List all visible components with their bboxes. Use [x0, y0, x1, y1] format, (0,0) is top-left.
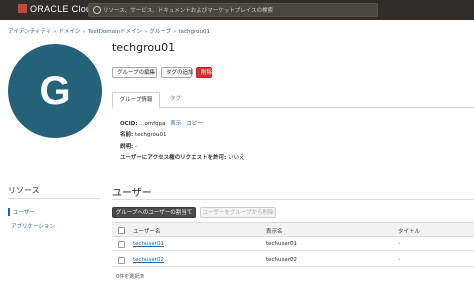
column-header-username[interactable]: ユーザー名 — [133, 227, 160, 235]
search-input[interactable] — [103, 5, 373, 16]
column-header-title[interactable]: タイトル — [398, 227, 420, 235]
access-request-label: ユーザーにアクセス権のリクエストを許可: — [120, 155, 227, 161]
group-avatar: G — [8, 44, 102, 138]
display-name-cell: techuser01 — [266, 241, 298, 247]
ocid-value: ...omfqpa — [139, 121, 166, 127]
breadcrumb-current: techgrou01 — [178, 29, 210, 35]
row-checkbox[interactable] — [118, 241, 125, 248]
search-icon — [93, 6, 101, 14]
name-row: 名前: techgrou01 — [120, 130, 166, 138]
resource-item-applications[interactable]: アプリケーション — [8, 222, 100, 230]
breadcrumb-separator: » — [144, 29, 148, 35]
tab-bar: グループ情報 タグ — [112, 92, 474, 108]
breadcrumb-test-domain[interactable]: TestDomainドメイン — [88, 29, 142, 35]
tab-tags[interactable]: タグ — [164, 92, 187, 108]
access-request-row: ユーザーにアクセス権のリクエストを許可: いいえ — [120, 153, 245, 161]
delete-button[interactable]: 削除 — [196, 67, 212, 78]
resources-heading: リソース — [8, 186, 40, 195]
tab-group-info[interactable]: グループ情報 — [112, 92, 160, 108]
table-header: ユーザー名 表示名 タイトル — [112, 222, 474, 237]
ocid-label: OCID: — [120, 121, 138, 127]
oracle-logo-icon — [18, 4, 27, 13]
table-row: techuser02 techuser02 - — [112, 254, 474, 267]
users-heading: ユーザー — [112, 188, 152, 199]
name-value: techgrou01 — [134, 132, 167, 138]
display-name-cell: techuser02 — [266, 257, 298, 263]
breadcrumb-domains[interactable]: ドメイン — [58, 29, 80, 35]
table-row: techuser01 techuser01 - — [112, 238, 474, 251]
username-link[interactable]: techuser02 — [133, 257, 164, 263]
username-link[interactable]: techuser01 — [133, 241, 164, 247]
assign-users-button[interactable]: グループへのユーザーの割当て — [112, 207, 196, 218]
copy-ocid-link[interactable]: コピー — [186, 121, 203, 127]
logo-text: ORACLE Cloud — [30, 4, 97, 14]
description-value: - — [134, 144, 137, 150]
remove-users-button[interactable]: ユーザーをグループから削除 — [200, 207, 276, 218]
description-row: 説明: - — [120, 142, 137, 150]
select-all-checkbox[interactable] — [118, 227, 125, 234]
breadcrumb-groups[interactable]: グループ — [149, 29, 171, 35]
edit-group-button[interactable]: グループの編集 — [112, 67, 157, 78]
top-bar: ORACLE Cloud — [0, 0, 474, 20]
resource-item-users[interactable]: ユーザー — [8, 208, 100, 216]
add-tags-button[interactable]: タグの追加 — [161, 67, 194, 78]
ocid-row: OCID: ...omfqpa 表示 コピー — [120, 119, 203, 127]
show-ocid-link[interactable]: 表示 — [170, 121, 181, 127]
name-label: 名前: — [120, 132, 134, 138]
breadcrumb-separator: » — [173, 29, 177, 35]
search-box[interactable] — [88, 3, 378, 17]
access-request-value: いいえ — [228, 155, 245, 161]
row-checkbox[interactable] — [118, 257, 125, 264]
column-header-display-name[interactable]: 表示名 — [266, 227, 283, 235]
oracle-cloud-logo[interactable]: ORACLE Cloud — [18, 4, 97, 14]
resources-divider — [8, 198, 100, 199]
selected-count: 0件を選択済 — [116, 274, 145, 280]
breadcrumb-identity[interactable]: アイデンティティ — [8, 29, 51, 35]
breadcrumb: アイデンティティ» ドメイン» TestDomainドメイン» グループ» techgr… — [8, 27, 210, 35]
title-cell: - — [398, 241, 400, 247]
avatar-letter: G — [39, 69, 71, 113]
users-divider — [112, 199, 474, 200]
description-label: 説明: — [120, 144, 134, 150]
page-title: techgrou01 — [112, 41, 176, 54]
title-cell: - — [398, 257, 400, 263]
breadcrumb-separator: » — [82, 29, 86, 35]
breadcrumb-separator: » — [53, 29, 57, 35]
